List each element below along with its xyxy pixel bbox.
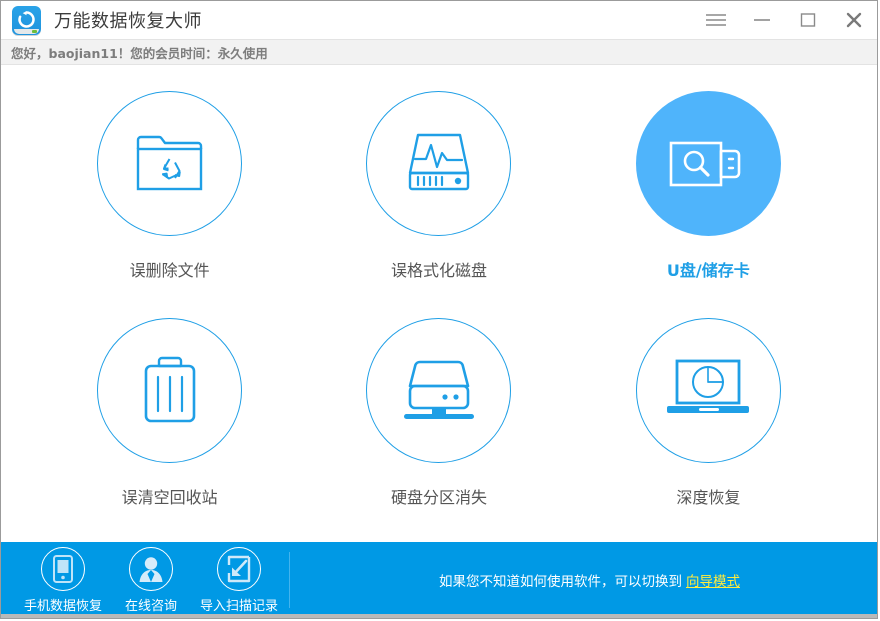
hamburger-menu-button[interactable] bbox=[693, 1, 739, 39]
mobile-phone-icon bbox=[53, 554, 73, 583]
tile-formatted-disk[interactable]: 误格式化磁盘 bbox=[304, 83, 573, 310]
wizard-hint: 如果您不知道如何使用软件，可以切换到 向导模式 bbox=[302, 542, 877, 618]
recovery-mode-grid: 误删除文件 误格式化磁盘 U盘/储存卡 误清空回收站 硬盘分区消失 深度恢复 bbox=[1, 65, 877, 542]
tile-icon-circle bbox=[366, 317, 512, 463]
tile-icon-circle bbox=[366, 91, 512, 236]
minimize-button[interactable] bbox=[739, 1, 785, 39]
tile-icon-circle bbox=[97, 91, 243, 236]
bottom-actions: 手机数据恢复 在线咨询 导入扫描记录 bbox=[1, 542, 283, 618]
action-icon-circle bbox=[129, 546, 173, 591]
wizard-mode-link[interactable]: 向导模式 bbox=[686, 570, 740, 590]
action-label: 在线咨询 bbox=[124, 598, 177, 614]
greeting-text: 您好，baojian11！您的会员时间：永久使用 bbox=[11, 45, 268, 61]
import-arrow-icon bbox=[227, 555, 251, 582]
logo-green-dot bbox=[32, 29, 37, 33]
maximize-icon bbox=[800, 13, 816, 27]
tile-label: 误删除文件 bbox=[129, 261, 210, 280]
tile-deep-recovery[interactable]: 深度恢复 bbox=[574, 310, 843, 537]
laptop-scan-icon bbox=[667, 359, 750, 413]
tile-recycle-bin[interactable]: 误清空回收站 bbox=[35, 310, 304, 537]
minimize-icon bbox=[754, 19, 770, 21]
tile-label: 深度恢复 bbox=[676, 487, 741, 507]
tile-label: U盘/储存卡 bbox=[666, 261, 750, 280]
title-bar: 万能数据恢复大师 bbox=[1, 1, 877, 39]
window-controls bbox=[693, 1, 877, 39]
action-import-scan-record[interactable]: 导入扫描记录 bbox=[195, 546, 283, 614]
action-icon-circle bbox=[41, 546, 85, 591]
app-logo-icon bbox=[12, 5, 41, 35]
tile-icon-circle bbox=[97, 317, 243, 463]
action-mobile-recovery[interactable]: 手机数据恢复 bbox=[19, 546, 107, 614]
maximize-button[interactable] bbox=[785, 1, 831, 39]
tile-label: 误清空回收站 bbox=[121, 487, 218, 507]
action-online-support[interactable]: 在线咨询 bbox=[107, 546, 195, 614]
action-label: 导入扫描记录 bbox=[199, 598, 278, 614]
close-button[interactable] bbox=[831, 1, 877, 39]
tile-usb-memory-card[interactable]: U盘/储存卡 bbox=[574, 83, 843, 310]
tile-icon-circle bbox=[635, 317, 781, 463]
trash-bin-icon bbox=[144, 356, 195, 423]
tile-label: 硬盘分区消失 bbox=[390, 487, 487, 507]
tile-label: 误格式化磁盘 bbox=[390, 261, 487, 280]
refresh-circle-icon bbox=[18, 10, 35, 28]
app-window: 万能数据恢复大师 您好，baojian11！您的会员时间：永久使用 误删除文件 … bbox=[0, 0, 878, 619]
action-label: 手机数据恢复 bbox=[23, 598, 102, 614]
bottom-edge-strip bbox=[1, 614, 877, 618]
disk-pulse-icon bbox=[408, 133, 470, 190]
action-icon-circle bbox=[217, 546, 261, 591]
hamburger-menu-icon bbox=[706, 14, 726, 26]
wizard-hint-text: 如果您不知道如何使用软件，可以切换到 bbox=[439, 574, 682, 590]
tile-icon-circle bbox=[635, 91, 781, 236]
tile-deleted-files[interactable]: 误删除文件 bbox=[35, 83, 304, 310]
bottom-separator bbox=[289, 552, 290, 608]
user-support-icon bbox=[139, 556, 163, 582]
bottom-toolbar: 手机数据恢复 在线咨询 导入扫描记录 如果您不知道如何使用软件，可以切换到 向导… bbox=[1, 542, 877, 618]
close-icon bbox=[846, 12, 862, 28]
greeting-bar: 您好，baojian11！您的会员时间：永久使用 bbox=[1, 39, 877, 65]
tile-lost-partition[interactable]: 硬盘分区消失 bbox=[304, 310, 573, 537]
folder-recycle-icon bbox=[136, 135, 202, 190]
hard-drive-icon bbox=[403, 360, 474, 419]
app-title: 万能数据恢复大师 bbox=[54, 11, 202, 32]
usb-search-icon bbox=[670, 141, 741, 186]
